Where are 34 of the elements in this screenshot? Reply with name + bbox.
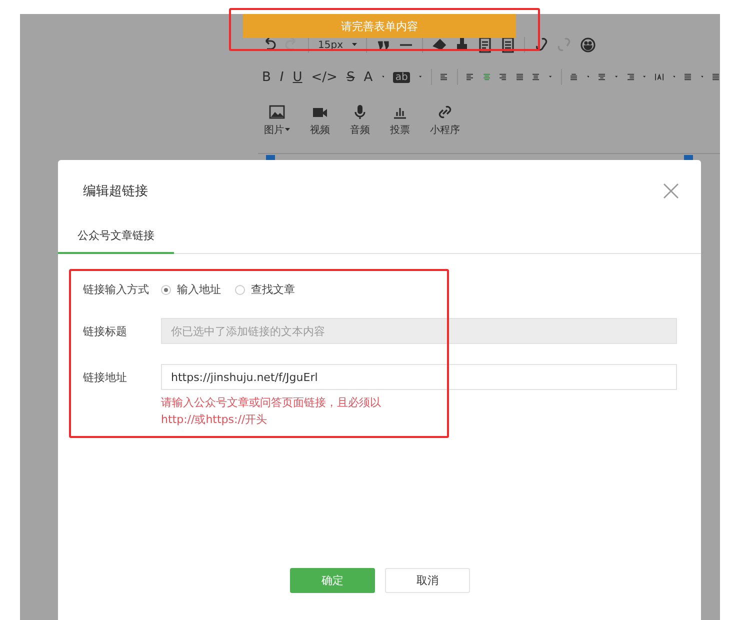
caret-icon[interactable] [352,43,357,47]
format-button[interactable]: U [292,70,302,84]
insert-label[interactable]: 图片 [264,123,284,137]
radio-label[interactable]: 输入地址 [177,282,221,297]
dialog-title: 编辑超链接 [83,183,148,200]
close-icon[interactable] [663,183,679,199]
format-button[interactable]: I [280,70,284,84]
format-button[interactable]: S [346,70,355,84]
image-icon[interactable] [269,104,285,120]
highlight-button[interactable]: ab [393,72,410,82]
toast-message: 请完善表单内容 [243,14,516,38]
radio-button[interactable] [161,284,171,294]
cancel-button[interactable]: 取消 [385,568,470,593]
format-button[interactable]: B [262,70,271,84]
caret-icon[interactable] [285,128,290,132]
font-size-dropdown[interactable]: 15px [318,40,343,50]
insert-label[interactable]: 投票 [390,123,410,137]
document-icon[interactable] [478,37,492,53]
field-label: 链接地址 [83,370,128,384]
radio-button[interactable] [235,284,245,294]
insert-label[interactable]: 视频 [310,123,330,137]
document-icon[interactable] [501,37,515,53]
format-button[interactable]: A [364,70,373,84]
url-input-field[interactable]: https://jinshuju.net/f/JguErl [161,364,677,390]
field-label: 链接输入方式 [83,282,150,297]
format-button[interactable]: </> [311,70,338,84]
radio-label[interactable]: 查找文章 [251,282,295,297]
insert-label[interactable]: 音频 [350,123,370,137]
error-message: 请输入公众号文章或问答页面链接，且必须以 http://或https://开头 [161,395,382,428]
microphone-icon[interactable] [352,104,368,120]
insert-label[interactable]: 小程序 [430,123,460,137]
smiley-icon[interactable] [580,37,596,53]
tab[interactable]: 公众号文章链接 [58,224,174,254]
field-label: 链接标题 [83,324,128,338]
